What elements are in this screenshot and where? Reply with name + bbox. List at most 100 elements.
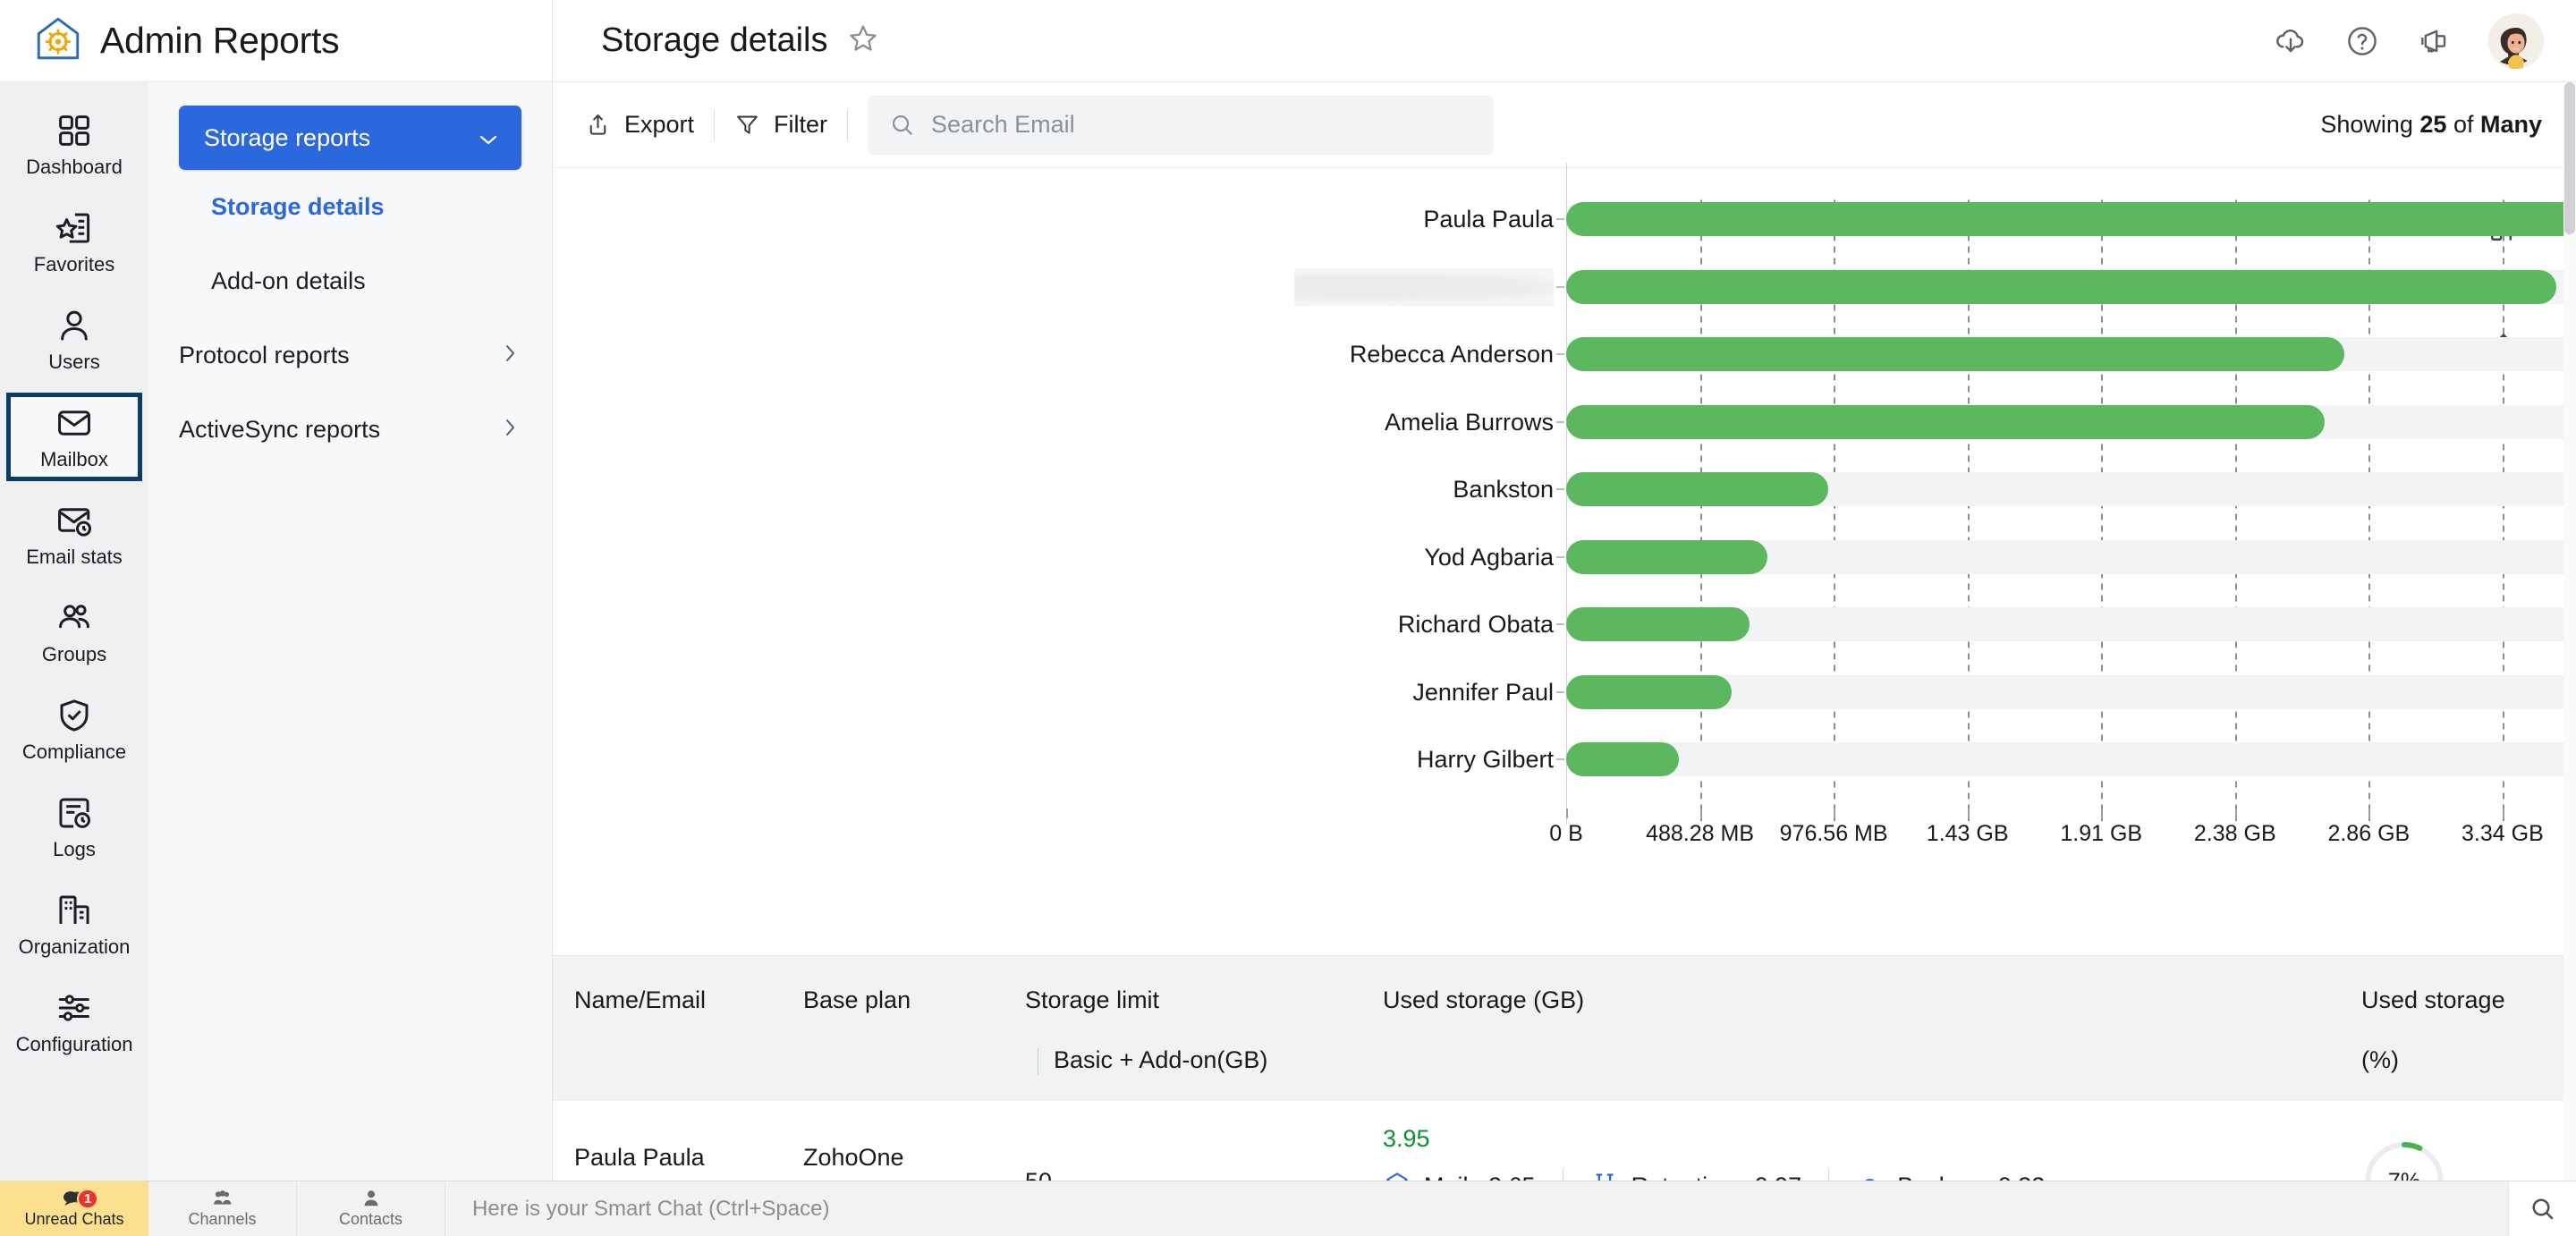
showing-prefix: Showing [2320, 111, 2420, 138]
chart-bar-label: Rebecca Anderson [1349, 341, 1554, 368]
subnav-item-storage-details[interactable]: Storage details [179, 170, 521, 244]
th-base-plan: Base plan [803, 986, 911, 1013]
showing-total: Many [2479, 111, 2542, 138]
chart-bar[interactable] [1566, 607, 1750, 641]
sidebar-item-label: Dashboard [26, 156, 123, 178]
search-icon [889, 112, 915, 138]
sidebar-item-label: Logs [53, 838, 96, 860]
log-clock-icon [55, 794, 93, 832]
used-pct-donut: 7% [2361, 1139, 2447, 1181]
sidebar-item-configuration[interactable]: Configuration [6, 978, 142, 1066]
sidebar-item-users[interactable]: Users [6, 295, 142, 384]
search-input[interactable] [931, 111, 1473, 139]
scrollbar-thumb[interactable] [2564, 82, 2575, 234]
x-axis-mark [2502, 808, 2504, 818]
search-box[interactable] [868, 95, 1495, 155]
divider [847, 109, 849, 140]
sidebar-item-mailbox[interactable]: Mailbox [6, 393, 142, 481]
chart-bar-row[interactable]: Bankston956.88 MB [1453, 472, 2576, 506]
subnav-item-protocol-reports[interactable]: Protocol reports [179, 318, 521, 393]
chart-bar-row[interactable]: Harry Gilbert413.61 MB [1417, 742, 2576, 776]
sidebar-item-logs[interactable]: Logs [6, 783, 142, 871]
shield-check-icon [55, 697, 93, 734]
sidebar-item-favorites[interactable]: Favorites [6, 198, 142, 286]
th-used-storage-pct: Used storage (%) [2361, 986, 2576, 1074]
sidebar-item-organization[interactable]: Organization [6, 880, 142, 969]
help-circle-icon[interactable] [2345, 24, 2379, 58]
x-axis-tick-label: 1.91 GB [2060, 821, 2143, 846]
axis-tick [1556, 420, 1564, 423]
chart-bar-row[interactable]: 3.54 GB [1294, 267, 2576, 306]
envelope-icon [55, 404, 93, 442]
backup-cloud-icon [1856, 1169, 1885, 1181]
brand: Admin Reports [0, 0, 553, 82]
sidebar-item-groups[interactable]: Groups [6, 588, 142, 676]
sidebar-item-compliance[interactable]: Compliance [6, 685, 142, 774]
grid-dashboard-icon [55, 112, 93, 149]
star-outline-icon[interactable] [848, 23, 878, 58]
chart-bar[interactable] [1566, 202, 2576, 236]
chevron-right-icon [504, 416, 521, 444]
chat-tab-label: Unread Chats [24, 1210, 124, 1228]
table-row[interactable]: Paula Paula paula@zylker.com ZohoOne (50… [553, 1101, 2576, 1181]
cell-used-pct: 7% [2361, 1139, 2576, 1181]
envelope-clock-icon [55, 502, 93, 539]
chart-bar[interactable] [1566, 404, 2325, 439]
sidebar-item-label: Compliance [21, 741, 127, 763]
funnel-icon [734, 112, 760, 138]
chart-bar[interactable] [1566, 539, 1767, 574]
sidebar-item-email-stats[interactable]: Email stats [6, 490, 142, 579]
cell-name-email: Paula Paula paula@zylker.com [553, 1144, 803, 1181]
chart-bar-row[interactable]: Paula Paula3.95 GB [1423, 202, 2576, 236]
chart-bar[interactable] [1566, 742, 1680, 776]
chat-tab-unread[interactable]: 1 Unread Chats [0, 1181, 148, 1236]
row-base-plan: ZohoOne [803, 1144, 904, 1171]
subnav-item-activesync-reports[interactable]: ActiveSync reports [179, 393, 521, 467]
chart-bar[interactable] [1566, 269, 2557, 304]
x-axis-mark [1967, 808, 1970, 818]
chat-search-button[interactable] [2508, 1181, 2576, 1236]
chart-bar-row[interactable]: Rebecca Anderson2.78 GB [1350, 337, 2576, 371]
x-axis-mark [2101, 808, 2104, 818]
vertical-scrollbar[interactable] [2563, 82, 2576, 1181]
chat-input-wrapper[interactable]: Here is your Smart Chat (Ctrl+Space) [445, 1181, 2508, 1236]
chart-bar-row[interactable]: Yod Agbaria735.61 MB [1424, 539, 2576, 574]
cloud-download-icon[interactable] [2274, 24, 2308, 58]
chart-bar[interactable] [1566, 337, 2345, 371]
cell-base-plan: ZohoOne (50GB) [803, 1144, 1025, 1181]
chat-tab-channels[interactable]: Channels [148, 1181, 297, 1236]
x-axis-tick-label: 976.56 MB [1779, 821, 1888, 846]
x-axis-tick-label: 0 B [1549, 821, 1583, 846]
chart-bar-row[interactable]: Richard Obata671.94 MB [1398, 607, 2576, 641]
th-used-storage-gb: Used storage (GB) [1383, 986, 1585, 1013]
chart-x-axis: 0 B 488.28 MB 976.56 MB 1.43 GB 1.91 GB 2.38 … [1549, 808, 2576, 866]
avatar[interactable] [2488, 13, 2544, 69]
sliders-icon [55, 989, 93, 1027]
chart-bar-row[interactable]: Amelia Burrows2.71 GB [1385, 404, 2576, 439]
chart-bar-row[interactable]: Jennifer Paul608.86 MB [1412, 674, 2576, 709]
row-name: Paula Paula [574, 1144, 705, 1171]
contact-person-icon [360, 1189, 383, 1208]
chat-tab-contacts[interactable]: Contacts [297, 1181, 445, 1236]
chip-mail: Mail : 2.65 [1383, 1169, 1563, 1181]
subnav-item-add-on-details[interactable]: Add-on details [179, 244, 521, 318]
chat-tab-label: Contacts [338, 1210, 403, 1228]
export-button[interactable]: Export [585, 111, 714, 139]
people-group-icon [55, 599, 93, 637]
chevron-right-icon [504, 342, 521, 369]
chart-bar[interactable] [1566, 472, 1828, 506]
storage-reports-dropdown[interactable]: Storage reports [179, 106, 521, 170]
sidebar-item-label: Favorites [33, 253, 115, 275]
x-axis-tick-label: 3.34 GB [2462, 821, 2544, 846]
showing-number: 25 [2419, 111, 2447, 138]
filter-button[interactable]: Filter [715, 111, 847, 139]
chart-bar-label: Amelia Burrows [1384, 408, 1554, 436]
sidebar-item-label: Groups [41, 643, 107, 665]
announcement-megaphone-icon[interactable] [2417, 24, 2451, 58]
cell-storage-limit: 50 [1025, 1168, 1383, 1181]
sidebar-item-dashboard[interactable]: Dashboard [6, 100, 142, 189]
chip-backup: Backup : 0.32 [1829, 1169, 2072, 1181]
subnav-item-label: Protocol reports [179, 342, 350, 368]
user-icon [55, 307, 93, 344]
chart-bar[interactable] [1566, 674, 1733, 709]
